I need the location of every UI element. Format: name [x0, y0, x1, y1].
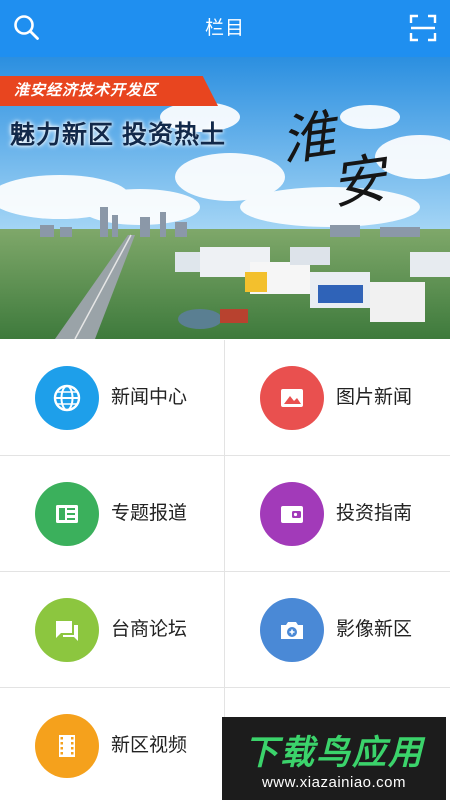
page-title: 栏目 [204, 18, 245, 39]
menu-icon-circle [35, 366, 99, 430]
film-icon [59, 735, 75, 757]
site-watermark: 下载鸟应用 www.xiazainiao.com [222, 717, 446, 800]
menu-item-taiwan-forum[interactable]: 台商论坛 [0, 572, 225, 688]
menu-item-news-center[interactable]: 新闻中心 [0, 340, 225, 456]
scan-icon [409, 14, 437, 42]
watermark-url: www.xiazainiao.com [261, 774, 407, 791]
top-app-bar: 栏目 [0, 0, 450, 57]
image-icon [281, 389, 303, 407]
wallet-icon [281, 506, 303, 523]
banner-calligraphy: 淮 安 [276, 91, 409, 224]
menu-icon-circle [35, 598, 99, 662]
menu-item-label: 图片新闻 [336, 387, 413, 408]
menu-item-special-report[interactable]: 专题报道 [0, 456, 225, 572]
calligraphy-char: 安 [327, 146, 390, 217]
menu-icon-circle [35, 482, 99, 546]
banner-slogan: 魅力新区 投资热土 [10, 121, 226, 149]
menu-item-investment-guide[interactable]: 投资指南 [225, 456, 450, 572]
menu-icon-circle [260, 598, 324, 662]
menu-item-label: 新区视频 [111, 735, 188, 756]
menu-icon-circle [35, 714, 99, 778]
menu-item-label: 影像新区 [336, 619, 413, 640]
menu-item-label: 投资指南 [336, 503, 413, 524]
menu-item-image-district[interactable]: 影像新区 [225, 572, 450, 688]
menu-icon-circle [260, 482, 324, 546]
menu-icon-circle [260, 366, 324, 430]
chat-icon [56, 621, 78, 641]
banner-ribbon: 淮安经济技术开发区 [0, 76, 218, 106]
scan-button[interactable] [406, 11, 440, 45]
camera-icon [281, 622, 303, 639]
newspaper-icon [56, 505, 78, 523]
menu-item-label: 台商论坛 [111, 619, 188, 640]
menu-item-photo-news[interactable]: 图片新闻 [225, 340, 450, 456]
globe-icon [53, 384, 81, 412]
watermark-title: 下载鸟应用 [244, 734, 424, 772]
promo-banner[interactable]: 淮安经济技术开发区 魅力新区 投资热土 淮 安 [0, 57, 450, 339]
menu-item-label: 专题报道 [111, 503, 188, 524]
menu-item-label: 新闻中心 [111, 387, 188, 408]
menu-item-district-video[interactable]: 新区视频 [0, 688, 225, 800]
